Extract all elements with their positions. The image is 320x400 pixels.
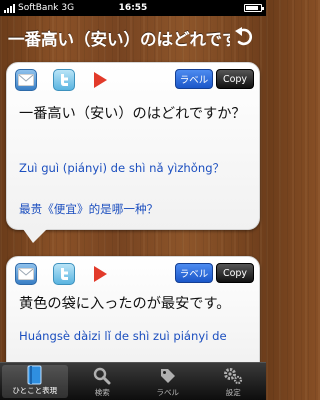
play-icon [94,266,107,282]
tab-settings[interactable]: 設定 [201,363,267,400]
pinyin-phrase: Zuì guì (piányi) de shì nǎ yìzhǒng？ [19,161,225,175]
tab-label: ラベル [156,388,180,397]
tab-label: ひとこと表現 [12,386,58,395]
signal-strength-icon [4,3,15,13]
tab-label: 検索 [94,388,110,397]
navigation-bar: 一番高い（安い）のはどれですか？ [0,16,266,60]
twitter-button[interactable] [53,263,75,285]
copy-button[interactable]: Copy [216,263,254,283]
mail-button[interactable] [15,263,37,285]
mail-icon [18,268,34,280]
speech-bubble-tail [23,229,47,243]
return-arrow-icon [235,27,253,46]
play-icon [94,72,107,88]
card-toolbar: ラベル Copy [7,257,259,287]
tab-bar: ひとこと表現 検索 ラベル 設定 [0,362,266,400]
copy-button[interactable]: Copy [216,69,254,89]
search-icon [93,365,111,387]
japanese-phrase: 一番高い（安い）のはどれですか？ [19,106,246,122]
battery-icon [244,4,264,12]
twitter-icon [61,74,68,86]
card-toolbar: ラベル Copy [7,63,259,93]
tab-label: 設定 [225,388,241,397]
twitter-icon [61,268,68,280]
page-title: 一番高い（安い）のはどれですか？ [8,30,230,49]
play-audio-button[interactable] [89,263,111,285]
mail-button[interactable] [15,69,37,91]
label-button[interactable]: ラベル [175,69,213,89]
tag-icon [159,365,177,387]
phrase-card: ラベル Copy 一番高い（安い）のはどれですか？ Zuì guì (piány… [6,62,260,243]
tab-labels[interactable]: ラベル [135,363,201,400]
play-audio-button[interactable] [89,69,111,91]
network-type: 3G [61,3,75,13]
tab-phrases[interactable]: ひとこと表現 [2,365,68,398]
phrase-card: ラベル Copy 黄色の袋に入ったのが最安です。 Huángsè dàizi l… [6,256,260,368]
japanese-phrase: 黄色の袋に入ったのが最安です。 [19,296,231,312]
pinyin-phrase: Huángsè dàizi lǐ de shì zuì piányi de [19,329,227,343]
label-button[interactable]: ラベル [175,263,213,283]
mail-icon [18,74,34,86]
back-button[interactable] [230,23,260,53]
carrier-name: SoftBank [18,3,59,13]
book-icon [27,365,43,385]
gear-icon [223,365,243,387]
tab-search[interactable]: 検索 [70,363,136,400]
twitter-button[interactable] [53,69,75,91]
status-left: SoftBank 3G [4,3,244,13]
chinese-phrase: 最贵《便宜》的是哪一种？ [19,202,159,216]
status-bar: SoftBank 3G 16:55 [0,0,266,16]
